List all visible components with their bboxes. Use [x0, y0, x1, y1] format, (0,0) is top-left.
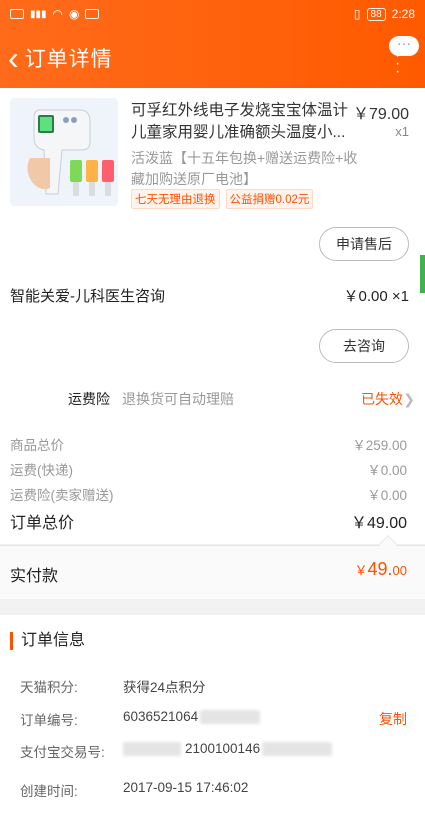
tag-return-policy: 七天无理由退换: [131, 189, 220, 209]
order-info-title: 订单信息: [10, 632, 85, 650]
after-sale-button[interactable]: 申请售后: [319, 227, 409, 261]
summary-row: 运费(快递) ￥0.00: [10, 459, 407, 479]
product-price: ￥79.00: [352, 106, 409, 123]
order-number-row: 订单编号: 6036521064: [20, 709, 409, 729]
back-button[interactable]: ‹: [8, 42, 19, 74]
service-name: 智能关爱-儿科医生咨询: [10, 288, 165, 305]
insurance-label: 运费险: [68, 391, 110, 407]
battery-icon: 88: [366, 7, 386, 21]
copy-button[interactable]: 复制: [379, 709, 407, 729]
paid-amount-row: 实付款 ￥49.00: [0, 535, 425, 599]
paid-label: 实付款: [10, 568, 59, 585]
order-total-value: ￥49.00: [350, 515, 407, 532]
order-number-label: 订单编号:: [20, 713, 78, 728]
redacted-block: [262, 742, 333, 757]
product-tags: 七天无理由退换 公益捐赠0.02元: [131, 189, 314, 209]
order-number-text: 6036521064: [123, 709, 199, 724]
signal-icon: ▮▮▮: [30, 8, 47, 20]
floating-side-tab[interactable]: [420, 255, 425, 293]
message-bubble-icon: ···: [389, 36, 419, 56]
summary-value: ￥0.00: [367, 463, 407, 478]
points-value: 获得24点积分: [123, 680, 206, 695]
product-title[interactable]: 可孚红外线电子发烧宝宝体温计儿童家用婴儿准确额头温度小...: [131, 100, 351, 144]
app-icon: [85, 9, 100, 19]
summary-row: 商品总价 ￥259.00: [10, 434, 407, 454]
summary-value: ￥0.00: [367, 488, 407, 503]
summary-label: 运费(快递): [10, 463, 73, 478]
summary-label: 运费险(卖家赠送): [10, 488, 114, 503]
alipay-trade-row: 支付宝交易号: 2100100146: [20, 741, 409, 761]
eye-icon: ◉: [69, 7, 80, 21]
service-price: ￥0.00 ×1: [343, 288, 409, 305]
order-total-row: 订单总价 ￥49.00: [10, 509, 407, 533]
points-label: 天猫积分:: [20, 680, 78, 695]
consult-button[interactable]: 去咨询: [319, 329, 409, 363]
vibrate-icon: ▯: [353, 7, 361, 21]
summary-value: ￥259.00: [352, 438, 407, 453]
more-dots-icon: · · ·: [395, 47, 401, 80]
insurance-status: 已失效: [361, 391, 403, 407]
chevron-right-icon: ❯: [403, 390, 415, 407]
alipay-value: 2100100146: [123, 741, 333, 761]
price-summary: 商品总价 ￥259.00 运费(快递) ￥0.00 运费险(卖家赠送) ￥0.0…: [0, 428, 425, 544]
points-row: 天猫积分: 获得24点积分: [20, 676, 409, 696]
created-value: 2017-09-15 17:46:02: [123, 780, 249, 795]
summary-label: 商品总价: [10, 438, 64, 453]
created-label: 创建时间:: [20, 784, 78, 799]
notification-icon: [10, 9, 24, 19]
shipping-insurance-row[interactable]: 运费险 退换货可自动理赔 已失效 ❯: [0, 386, 425, 412]
paid-amount: ￥49.00: [354, 559, 407, 580]
service-row: 智能关爱-儿科医生咨询 ￥0.00 ×1: [10, 285, 409, 306]
order-detail-page: ▮▮▮ ◠ ◉ ▯ 88 2:28 ‹ 订单详情 ··· · · · 可孚红外线…: [0, 0, 425, 818]
page-title: 订单详情: [24, 48, 113, 71]
product-sku: 活泼蓝【十五年包换+赠送运费险+收藏加购送原厂电池】: [131, 150, 358, 187]
alipay-text: 2100100146: [185, 741, 261, 756]
top-bar: ▮▮▮ ◠ ◉ ▯ 88 2:28 ‹ 订单详情 ··· · · ·: [0, 0, 425, 88]
paid-amount-cents: 00: [392, 563, 407, 578]
summary-row: 运费险(卖家赠送) ￥0.00: [10, 484, 407, 504]
created-time-row: 创建时间: 2017-09-15 17:46:02: [20, 780, 409, 800]
status-time: 2:28: [391, 7, 415, 21]
product-card: 可孚红外线电子发烧宝宝体温计儿童家用婴儿准确额头温度小... ￥79.00 x1…: [0, 88, 425, 466]
status-bar: ▮▮▮ ◠ ◉ ▯ 88 2:28: [0, 0, 425, 28]
redacted-block: [123, 742, 181, 757]
more-menu-button[interactable]: ··· · · ·: [387, 32, 419, 80]
product-quantity: x1: [395, 124, 409, 139]
alipay-label: 支付宝交易号:: [20, 745, 105, 760]
paid-currency: ￥: [354, 563, 368, 578]
wifi-icon: ◠: [52, 7, 63, 21]
tag-charity: 公益捐赠0.02元: [225, 189, 314, 209]
insurance-desc: 退换货可自动理赔: [122, 391, 234, 407]
redacted-block: [200, 710, 261, 725]
order-total-label: 订单总价: [10, 515, 75, 532]
paid-amount-integer: 49.: [367, 559, 393, 579]
nav-header: ‹ 订单详情 ··· · · ·: [0, 28, 425, 88]
order-info-card: 订单信息 天猫积分: 获得24点积分 订单编号: 6036521064 复制 支…: [0, 615, 425, 818]
product-image[interactable]: [10, 98, 118, 206]
order-number-value: 6036521064: [123, 709, 261, 729]
